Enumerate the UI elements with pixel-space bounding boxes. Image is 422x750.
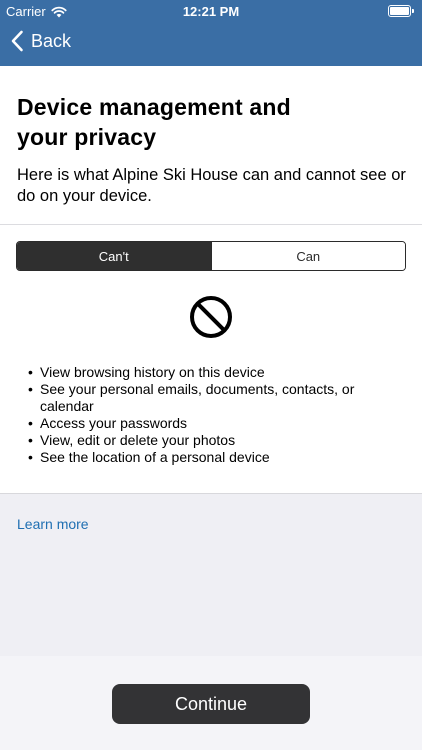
status-time: 12:21 PM	[182, 4, 240, 19]
cannot-list: View browsing history on this device See…	[28, 364, 398, 466]
cant-can-segmented-control: Can't Can	[16, 241, 406, 271]
segment-cant[interactable]: Can't	[17, 242, 211, 270]
title-line-2: your privacy	[17, 124, 157, 150]
section-divider	[0, 224, 422, 225]
prohibited-icon	[190, 296, 232, 338]
list-item: View, edit or delete your photos	[28, 432, 398, 449]
page-subtitle: Here is what Alpine Ski House can and ca…	[17, 166, 406, 205]
back-button[interactable]: Back	[10, 30, 71, 52]
segment-can[interactable]: Can	[210, 242, 405, 270]
battery-icon	[388, 5, 414, 17]
status-bar: Carrier 12:21 PM	[0, 0, 422, 22]
page-title: Device management and your privacy	[17, 92, 407, 152]
back-label: Back	[31, 30, 72, 51]
list-item: See your personal emails, documents, con…	[28, 381, 398, 415]
privacy-card: Device management and your privacy Here …	[0, 66, 422, 494]
chevron-left-icon	[11, 30, 23, 52]
list-item: See the location of a personal device	[28, 449, 398, 466]
continue-button[interactable]: Continue	[112, 684, 310, 724]
list-item: Access your passwords	[28, 415, 398, 432]
top-bar: Carrier 12:21 PM Back	[0, 0, 422, 66]
title-line-1: Device management and	[17, 94, 291, 120]
list-item: View browsing history on this device	[28, 364, 398, 381]
learn-more-link[interactable]: Learn more	[17, 516, 89, 532]
navigation-bar: Back	[0, 22, 422, 66]
